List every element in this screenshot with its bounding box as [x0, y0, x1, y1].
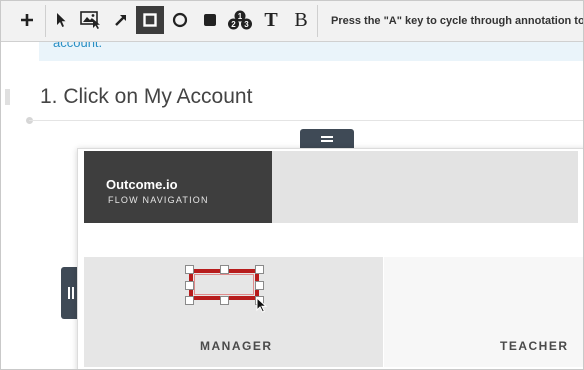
annotation-handle[interactable] [185, 281, 194, 290]
annotation-handle[interactable] [255, 281, 264, 290]
resize-handle-top[interactable] [300, 129, 354, 149]
annotation-toolbar: 1 2 3 T B Press the "A" key to cycle thr… [1, 1, 583, 42]
annotation-handle[interactable] [185, 265, 194, 274]
pointer-icon[interactable] [47, 6, 75, 34]
annotation-handle[interactable] [220, 265, 229, 274]
annotation-inner-border [194, 274, 254, 295]
annotation-handle[interactable] [255, 265, 264, 274]
svg-text:3: 3 [244, 20, 249, 29]
step-numbers-tool-icon[interactable]: 1 2 3 [226, 6, 254, 34]
app-logo: Outcome.io FLOW NAVIGATION [84, 151, 272, 223]
rectangle-tool-icon[interactable] [136, 6, 164, 34]
embedded-screenshot[interactable]: Outcome.io FLOW NAVIGATION MANAGER TEACH… [77, 148, 583, 369]
annotation-handle[interactable] [185, 296, 194, 305]
add-icon[interactable] [13, 6, 41, 34]
image-select-icon[interactable] [77, 6, 105, 34]
annotation-handle[interactable] [220, 296, 229, 305]
text-tool-icon[interactable]: T [257, 6, 285, 34]
logo-subtitle: FLOW NAVIGATION [108, 195, 209, 205]
circle-tool-icon[interactable] [166, 6, 194, 34]
arrow-tool-icon[interactable] [107, 6, 135, 34]
bold-text-tool-icon[interactable]: B [287, 6, 315, 34]
svg-text:2: 2 [231, 20, 236, 29]
svg-text:1: 1 [238, 12, 243, 21]
role-card-teacher[interactable]: TEACHER [384, 257, 583, 367]
divider [29, 120, 583, 121]
role-label-manager: MANAGER [200, 339, 273, 353]
app-header: Outcome.io FLOW NAVIGATION [84, 151, 578, 223]
editor-frame: account. 1. Click on My Account Outcome.… [0, 0, 584, 370]
filled-rectangle-tool-icon[interactable] [196, 6, 224, 34]
left-margin-marker [5, 89, 10, 105]
toolbar-hint: Press the "A" key to cycle through annot… [331, 15, 583, 27]
role-label-teacher: TEACHER [500, 339, 569, 353]
mouse-cursor-icon [256, 297, 268, 313]
logo-name: Outcome.io [106, 177, 178, 192]
step-title[interactable]: 1. Click on My Account [40, 85, 252, 109]
